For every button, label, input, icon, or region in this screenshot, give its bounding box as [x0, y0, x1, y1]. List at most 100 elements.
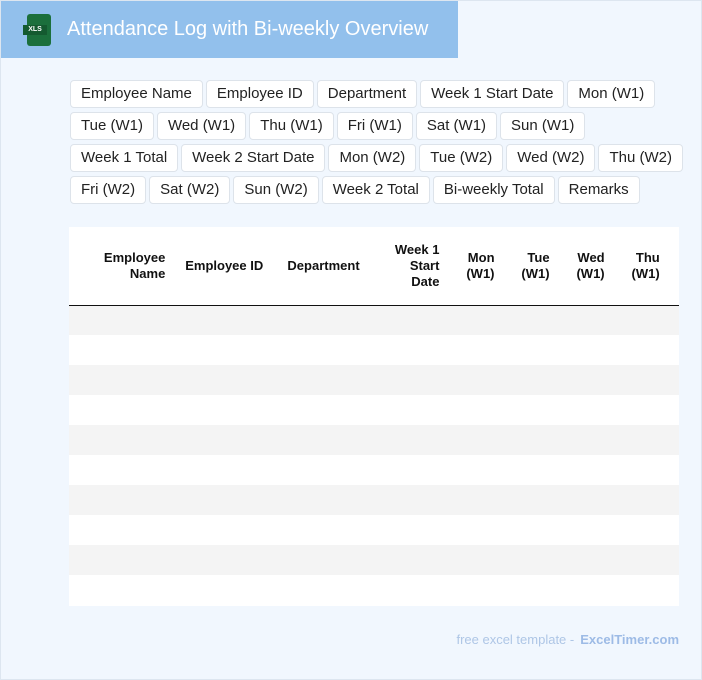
table-cell[interactable]	[380, 455, 444, 485]
table-cell[interactable]	[443, 365, 499, 395]
table-cell[interactable]	[554, 575, 609, 605]
table-cell[interactable]	[443, 305, 499, 335]
table-cell[interactable]	[554, 335, 609, 365]
table-cell[interactable]	[169, 545, 268, 575]
table-cell[interactable]	[553, 305, 609, 335]
table-cell[interactable]	[498, 485, 554, 515]
column-chip[interactable]: Employee ID	[205, 80, 314, 108]
column-chip[interactable]: Employee Name	[70, 80, 203, 108]
table-cell[interactable]	[499, 455, 554, 485]
table-cell[interactable]	[553, 365, 609, 395]
table-cell[interactable]	[443, 335, 498, 365]
table-cell[interactable]	[169, 365, 268, 395]
table-cell[interactable]	[443, 515, 498, 545]
table-cell[interactable]	[267, 515, 380, 545]
table-cell[interactable]	[498, 425, 554, 455]
table-cell[interactable]	[380, 395, 444, 425]
table-cell[interactable]	[663, 305, 679, 335]
table-cell[interactable]	[379, 305, 444, 335]
table-cell[interactable]	[664, 515, 679, 545]
column-chip[interactable]: Mon (W2)	[328, 144, 417, 172]
table-cell[interactable]	[609, 455, 664, 485]
table-cell[interactable]	[443, 455, 498, 485]
column-chip[interactable]: Sat (W1)	[415, 112, 498, 140]
table-cell[interactable]	[69, 425, 170, 455]
table-cell[interactable]	[169, 485, 268, 515]
table-cell[interactable]	[169, 425, 268, 455]
table-cell[interactable]	[443, 545, 499, 575]
table-cell[interactable]	[267, 365, 380, 395]
table-cell[interactable]	[379, 545, 444, 575]
table-cell[interactable]	[663, 485, 679, 515]
table-cell[interactable]	[663, 365, 679, 395]
table-cell[interactable]	[498, 305, 554, 335]
column-chip[interactable]: Fri (W2)	[70, 176, 147, 204]
table-cell[interactable]	[609, 515, 664, 545]
table-cell[interactable]	[69, 455, 169, 485]
column-chip[interactable]: Wed (W2)	[506, 144, 596, 172]
table-cell[interactable]	[554, 395, 609, 425]
table-cell[interactable]	[554, 515, 609, 545]
table-cell[interactable]	[498, 545, 554, 575]
table-cell[interactable]	[267, 575, 380, 605]
column-chip[interactable]: Week 2 Start Date	[181, 144, 326, 172]
table-cell[interactable]	[498, 365, 554, 395]
column-chip[interactable]: Fri (W1)	[336, 112, 413, 140]
table-cell[interactable]	[664, 575, 679, 605]
table-cell[interactable]	[443, 485, 499, 515]
table-cell[interactable]	[553, 425, 609, 455]
table-cell[interactable]	[169, 575, 267, 605]
table-cell[interactable]	[664, 395, 679, 425]
table-cell[interactable]	[69, 365, 170, 395]
table-cell[interactable]	[553, 545, 609, 575]
table-cell[interactable]	[69, 335, 169, 365]
table-cell[interactable]	[499, 575, 554, 605]
table-cell[interactable]	[608, 425, 664, 455]
table-cell[interactable]	[69, 305, 170, 335]
table-cell[interactable]	[379, 365, 444, 395]
table-cell[interactable]	[663, 425, 679, 455]
table-cell[interactable]	[69, 485, 170, 515]
table-cell[interactable]	[267, 455, 380, 485]
table-cell[interactable]	[69, 395, 169, 425]
column-chip[interactable]: Tue (W2)	[419, 144, 504, 172]
table-cell[interactable]	[608, 365, 664, 395]
table-cell[interactable]	[267, 305, 380, 335]
table-cell[interactable]	[609, 335, 664, 365]
table-cell[interactable]	[169, 305, 268, 335]
column-chip[interactable]: Sun (W2)	[233, 176, 319, 204]
column-chip[interactable]: Remarks	[557, 176, 640, 204]
column-chip[interactable]: Mon (W1)	[567, 80, 656, 108]
table-cell[interactable]	[380, 335, 444, 365]
column-chip[interactable]: Thu (W2)	[598, 144, 683, 172]
table-cell[interactable]	[69, 575, 169, 605]
footer-brand-link[interactable]: ExcelTimer.com	[580, 632, 679, 647]
table-cell[interactable]	[379, 485, 444, 515]
table-cell[interactable]	[553, 485, 609, 515]
table-cell[interactable]	[499, 335, 554, 365]
table-cell[interactable]	[554, 455, 609, 485]
table-cell[interactable]	[169, 515, 267, 545]
column-chip[interactable]: Week 1 Total	[70, 144, 179, 172]
column-chip[interactable]: Thu (W1)	[249, 112, 334, 140]
table-cell[interactable]	[608, 305, 664, 335]
column-chip[interactable]: Sun (W1)	[500, 112, 586, 140]
table-cell[interactable]	[499, 515, 554, 545]
column-chip[interactable]: Week 1 Start Date	[420, 80, 565, 108]
table-cell[interactable]	[609, 575, 664, 605]
table-cell[interactable]	[169, 455, 267, 485]
table-cell[interactable]	[267, 545, 380, 575]
table-cell[interactable]	[663, 545, 679, 575]
column-chip[interactable]: Sat (W2)	[149, 176, 231, 204]
column-chip[interactable]: Week 2 Total	[321, 176, 430, 204]
table-cell[interactable]	[267, 335, 380, 365]
table-cell[interactable]	[379, 425, 444, 455]
table-cell[interactable]	[267, 485, 380, 515]
table-cell[interactable]	[380, 575, 444, 605]
table-cell[interactable]	[608, 485, 664, 515]
table-cell[interactable]	[499, 395, 554, 425]
table-cell[interactable]	[443, 395, 498, 425]
table-cell[interactable]	[69, 515, 169, 545]
table-cell[interactable]	[608, 545, 664, 575]
column-chip[interactable]: Department	[316, 80, 418, 108]
